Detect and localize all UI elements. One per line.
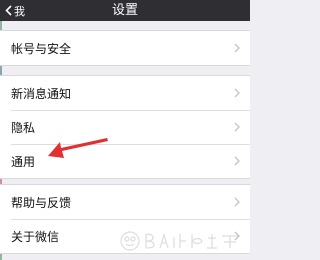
settings-item-notifications[interactable]: 新消息通知 bbox=[0, 76, 250, 110]
settings-item-help-feedback[interactable]: 帮助与反馈 bbox=[0, 185, 250, 219]
settings-item-label: 新消息通知 bbox=[11, 86, 72, 101]
settings-group-general: 新消息通知 隐私 通用 bbox=[0, 75, 250, 179]
settings-item-label: 通用 bbox=[11, 154, 36, 169]
settings-group-account: 帐号与安全 bbox=[0, 30, 250, 66]
settings-item-account-security[interactable]: 帐号与安全 bbox=[0, 31, 250, 65]
settings-item-label: 隐私 bbox=[11, 120, 36, 135]
chevron-right-icon bbox=[234, 156, 240, 166]
chevron-right-icon bbox=[234, 197, 240, 207]
page-title: 设置 bbox=[111, 3, 138, 18]
watermark-logo-icon bbox=[120, 231, 238, 251]
chevron-right-icon bbox=[234, 43, 240, 53]
settings-item-privacy[interactable]: 隐私 bbox=[0, 110, 250, 144]
navigation-bar: 我 设置 bbox=[0, 0, 250, 21]
settings-item-label: 帮助与反馈 bbox=[11, 195, 72, 210]
settings-item-label: 关于微信 bbox=[11, 229, 60, 244]
settings-item-general[interactable]: 通用 bbox=[0, 144, 250, 178]
chevron-right-icon bbox=[234, 122, 240, 132]
chevron-right-icon bbox=[234, 88, 240, 98]
settings-item-label: 帐号与安全 bbox=[11, 41, 72, 56]
